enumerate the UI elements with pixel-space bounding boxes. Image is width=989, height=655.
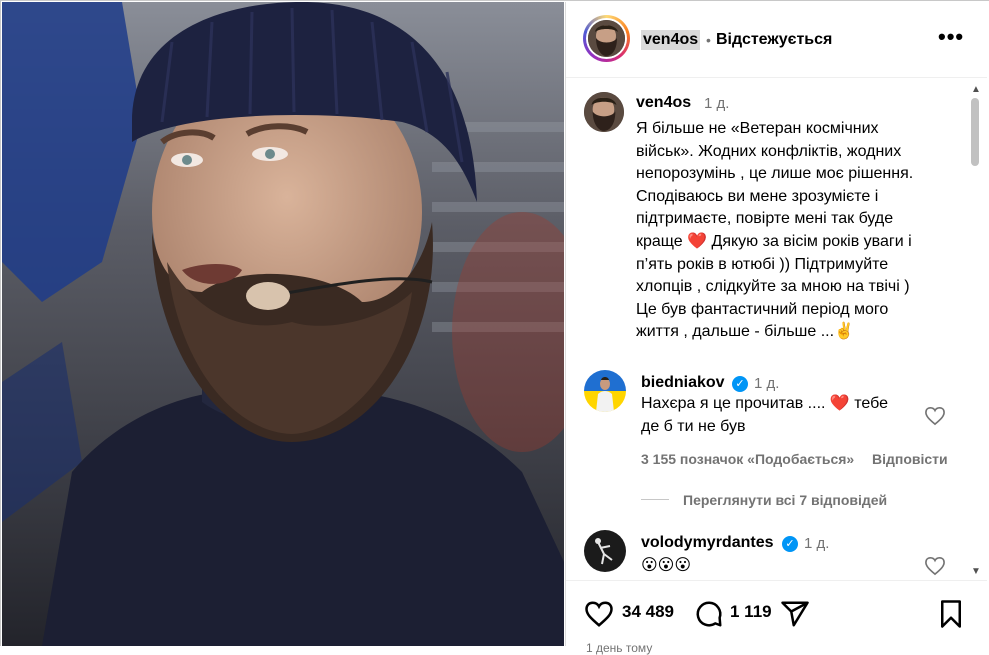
- caption-line: військ». Жодних конфліктів, жодних: [636, 142, 902, 160]
- caption-line: підтримаєте, повірте мені так буде: [636, 210, 894, 228]
- author-username[interactable]: ven4os: [641, 30, 701, 50]
- author-avatar-ring[interactable]: [583, 15, 630, 62]
- comment-avatar[interactable]: [584, 530, 626, 572]
- caption-line: Це був фантастичний період мого: [636, 300, 889, 318]
- following-button[interactable]: Відстежується: [716, 30, 832, 50]
- comment-like-count[interactable]: 3 155 позначок «Подобається»: [641, 451, 854, 467]
- scroll-down-arrow-icon[interactable]: ▼: [971, 566, 981, 577]
- caption-line: Сподіваюсь ви мене зрозумієте і: [636, 187, 879, 205]
- comment-text: 😮😮😮: [641, 555, 691, 578]
- comments-scrollbar[interactable]: ▲ ▼: [967, 78, 983, 580]
- caption-time[interactable]: 1 д.: [704, 95, 729, 112]
- heart-icon[interactable]: [584, 599, 614, 629]
- caption-line: краще ❤️ Дякую за вісім років уваги і: [636, 232, 912, 250]
- post-actions-bar: 34 489 1 119 1 день тому: [566, 580, 987, 655]
- replies-divider: [641, 499, 669, 500]
- comment-icon[interactable]: [694, 599, 724, 629]
- share-icon[interactable]: [780, 599, 810, 629]
- post-header: ven4os • Відстежується •••: [566, 2, 987, 78]
- verified-badge-icon: ✓: [782, 536, 798, 552]
- more-icon[interactable]: •••: [938, 26, 963, 52]
- comments-scroll-area[interactable]: ven4os 1 д. Я більше не «Ветеран космічн…: [566, 78, 987, 580]
- comment-line: де б ти не був: [641, 417, 746, 435]
- verified-badge-icon: ✓: [732, 376, 748, 392]
- caption-username[interactable]: ven4os: [636, 94, 691, 112]
- post-photo[interactable]: [2, 2, 564, 646]
- photo-image: [2, 2, 564, 646]
- comment-time[interactable]: 1 д.: [804, 535, 829, 552]
- comment-username[interactable]: volodymyrdantes: [641, 534, 773, 552]
- comment-count[interactable]: 1 119: [730, 602, 772, 622]
- post-side-panel: ven4os • Відстежується ••• ven4os 1 д. Я…: [565, 2, 987, 655]
- comment-time[interactable]: 1 д.: [754, 375, 779, 392]
- post-date[interactable]: 1 день тому: [586, 641, 652, 655]
- caption-line: Я більше не «Ветеран космічних: [636, 120, 879, 137]
- view-replies-button[interactable]: Переглянути всі 7 відповідей: [683, 492, 887, 508]
- caption-line: життя , дальше - більше ...✌️: [636, 323, 854, 341]
- author-avatar: [588, 20, 625, 57]
- caption-line: п’ять років в ютюбі )) Підтримуйте: [636, 255, 889, 273]
- bookmark-icon[interactable]: [936, 599, 966, 629]
- comment-text: Нахєра я це прочитав .... ❤️ тебе де б т…: [641, 393, 888, 438]
- scrollbar-thumb[interactable]: [971, 98, 979, 166]
- caption-avatar[interactable]: [584, 92, 624, 132]
- like-count[interactable]: 34 489: [622, 602, 674, 622]
- comment-heart-icon[interactable]: [924, 406, 946, 426]
- comment-line: Нахєра я це прочитав .... ❤️ тебе: [641, 395, 889, 412]
- scroll-up-arrow-icon[interactable]: ▲: [971, 84, 981, 95]
- caption-line: хлопців , слідкуйте за мною на твічі ): [636, 278, 910, 296]
- reply-button[interactable]: Відповісти: [872, 451, 948, 467]
- header-separator: •: [706, 32, 711, 48]
- comment-heart-icon[interactable]: [924, 556, 946, 576]
- comment-username[interactable]: biedniakov: [641, 374, 725, 392]
- comment-avatar[interactable]: [584, 370, 626, 412]
- caption-line: непорозумінь , це лише моє рішення.: [636, 165, 914, 183]
- comment-line: 😮😮😮: [641, 557, 692, 574]
- caption-text: Я більше не «Ветеран космічних військ». …: [636, 118, 956, 344]
